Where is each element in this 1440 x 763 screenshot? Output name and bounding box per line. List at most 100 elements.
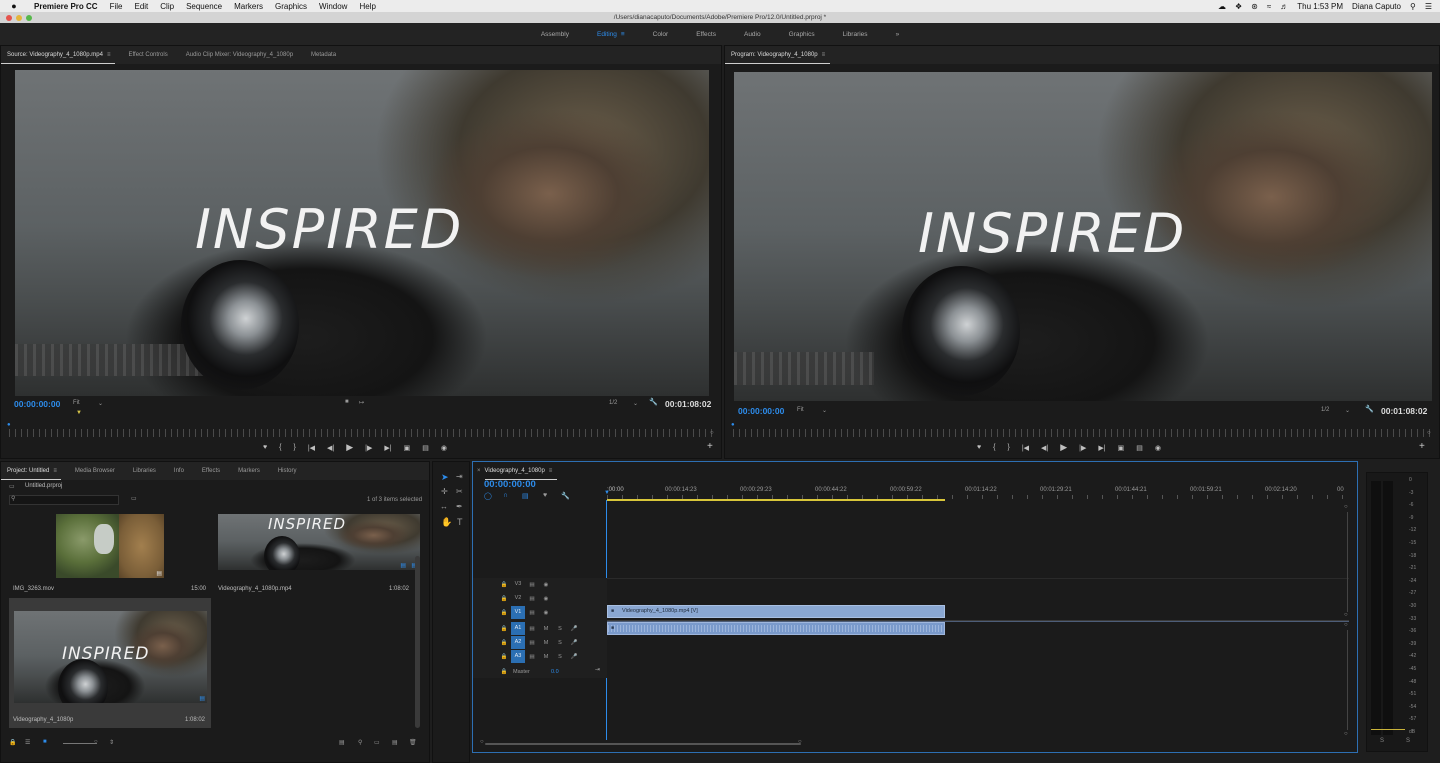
menu-sequence[interactable]: Sequence bbox=[180, 2, 228, 11]
menu-graphics[interactable]: Graphics bbox=[269, 2, 313, 11]
step-back-icon[interactable]: ◀| bbox=[327, 444, 334, 452]
extract-icon[interactable]: ▤ bbox=[1136, 444, 1143, 452]
linked-selection-icon[interactable]: ▤ bbox=[522, 492, 529, 500]
audio-scrollbar[interactable] bbox=[1347, 630, 1348, 730]
menu-app[interactable]: Premiere Pro CC bbox=[28, 2, 104, 11]
project-search-input[interactable] bbox=[9, 495, 119, 505]
sync-lock-icon[interactable]: ▤ bbox=[525, 582, 539, 588]
tab-effect-controls[interactable]: Effect Controls bbox=[122, 46, 179, 64]
timeline-zoom-scrollbar[interactable] bbox=[485, 743, 801, 745]
chevron-down-icon[interactable]: ⌄ bbox=[633, 400, 638, 407]
wrench-icon[interactable]: 🔧 bbox=[1365, 405, 1374, 413]
razor-tool-icon[interactable]: ✂ bbox=[456, 487, 463, 496]
icon-view-icon[interactable]: ■ bbox=[43, 739, 47, 745]
menu-file[interactable]: File bbox=[104, 2, 129, 11]
settings-icon[interactable]: ■ bbox=[345, 399, 349, 405]
add-marker-icon[interactable]: ♥ bbox=[543, 492, 547, 499]
eye-icon[interactable]: ◉ bbox=[539, 596, 553, 602]
new-bin-icon[interactable]: ▭ bbox=[374, 739, 380, 746]
vertical-scroll-handle-icon[interactable]: ○ bbox=[1344, 504, 1348, 510]
button-editor-icon[interactable]: + bbox=[1419, 441, 1425, 452]
insert-icon[interactable]: ▣ bbox=[404, 444, 411, 452]
add-marker-icon[interactable]: ♥ bbox=[263, 444, 267, 451]
go-to-out-icon[interactable]: ▶| bbox=[384, 444, 391, 452]
eye-icon[interactable]: ◉ bbox=[539, 610, 553, 616]
thumbnail-videography-mp4[interactable]: INSPIRED ▤ ▤ bbox=[218, 514, 420, 570]
play-icon[interactable]: ▶ bbox=[346, 442, 353, 453]
vertical-scroll-handle-icon[interactable]: ○ bbox=[1344, 612, 1348, 618]
export-frame-icon[interactable]: ◉ bbox=[1155, 444, 1161, 452]
clock[interactable]: Thu 1:53 PM bbox=[1297, 2, 1343, 11]
program-time-ruler[interactable] bbox=[733, 429, 1431, 437]
track-target-v2[interactable]: V2 bbox=[511, 592, 525, 605]
creative-cloud-icon[interactable]: ☁ bbox=[1218, 2, 1226, 11]
vertical-scroll-handle-icon[interactable]: ○ bbox=[1344, 731, 1348, 737]
vertical-scroll-handle-icon[interactable]: ○ bbox=[1344, 622, 1348, 628]
thumbnail-img-3263[interactable]: ▤ bbox=[56, 514, 164, 578]
lock-icon[interactable]: 🔒 bbox=[497, 596, 511, 602]
find-icon[interactable]: ⚲ bbox=[358, 739, 362, 746]
lock-icon[interactable]: 🔒 bbox=[497, 610, 511, 616]
mark-in-icon[interactable]: { bbox=[993, 444, 995, 451]
step-back-icon[interactable]: ◀| bbox=[1041, 444, 1048, 452]
track-target-a3[interactable]: A3 bbox=[511, 650, 525, 663]
program-resolution-select[interactable]: 1/2 bbox=[1321, 407, 1329, 413]
wrench-icon[interactable]: 🔧 bbox=[649, 398, 658, 406]
video-scrollbar[interactable] bbox=[1347, 512, 1348, 612]
lift-icon[interactable]: ▣ bbox=[1118, 444, 1125, 452]
menu-help[interactable]: Help bbox=[353, 2, 381, 11]
source-time-ruler[interactable] bbox=[9, 429, 713, 437]
timeline-ruler[interactable]: :00:00 00:00:14:23 00:00:29:23 00:00:44:… bbox=[607, 484, 1349, 500]
microphone-icon[interactable]: 🎤 bbox=[567, 626, 581, 632]
minimize-window-button[interactable] bbox=[16, 15, 22, 21]
insert-as-nest-icon[interactable]: ◯ bbox=[484, 492, 492, 500]
play-icon[interactable]: ▶ bbox=[1060, 442, 1067, 453]
mark-in-icon[interactable]: { bbox=[279, 444, 281, 451]
track-target-v1[interactable]: V1 bbox=[511, 606, 525, 619]
tab-markers[interactable]: Markers bbox=[232, 462, 272, 480]
new-item-icon[interactable]: ▤ bbox=[392, 739, 398, 746]
spotlight-icon[interactable]: ⚲ bbox=[1410, 2, 1416, 11]
go-to-in-icon[interactable]: |◀ bbox=[1022, 444, 1029, 452]
mute-button[interactable]: M bbox=[539, 654, 553, 660]
timeline-playhead-icon[interactable]: ▼ bbox=[604, 490, 610, 496]
tab-info[interactable]: Info bbox=[168, 462, 196, 480]
chevron-down-icon[interactable]: ⌄ bbox=[822, 407, 827, 414]
menu-edit[interactable]: Edit bbox=[128, 2, 154, 11]
list-view-icon[interactable]: ☰ bbox=[25, 739, 30, 746]
workspace-assembly[interactable]: Assembly bbox=[527, 31, 583, 38]
tab-sequence[interactable]: Videography_4_1080p bbox=[484, 462, 557, 480]
tab-metadata[interactable]: Metadata bbox=[305, 46, 348, 64]
mute-button[interactable]: M bbox=[539, 640, 553, 646]
step-forward-icon[interactable]: |▶ bbox=[365, 444, 372, 452]
tab-source[interactable]: Source: Videography_4_1080p.mp4 bbox=[1, 46, 115, 64]
export-frame-icon[interactable]: ◉ bbox=[441, 444, 447, 452]
source-playhead-icon[interactable]: ● bbox=[7, 422, 11, 428]
eye-icon[interactable]: ◉ bbox=[539, 582, 553, 588]
chevron-down-icon[interactable]: ⌄ bbox=[1345, 407, 1350, 414]
source-resolution-select[interactable]: 1/2 bbox=[609, 400, 617, 406]
panel-menu-icon[interactable]: ≡ bbox=[822, 46, 838, 64]
source-zoom-handle-icon[interactable]: ○ bbox=[710, 430, 714, 436]
track-target-v3[interactable]: V3 bbox=[511, 578, 525, 591]
sort-icon[interactable]: ⇕ bbox=[109, 739, 114, 746]
program-playhead-icon[interactable]: ● bbox=[731, 422, 735, 428]
go-to-in-icon[interactable]: |◀ bbox=[308, 444, 315, 452]
pen-tool-icon[interactable]: ✒ bbox=[456, 502, 463, 511]
microphone-icon[interactable]: 🎤 bbox=[567, 640, 581, 646]
source-timecode[interactable]: 00:00:00:00 bbox=[14, 399, 60, 409]
zoom-handle-left-icon[interactable]: ○ bbox=[480, 739, 484, 745]
sync-lock-icon[interactable]: ▤ bbox=[525, 640, 539, 646]
mark-out-icon[interactable]: } bbox=[294, 444, 296, 451]
hand-tool-icon[interactable]: ✋ bbox=[441, 517, 452, 528]
sync-lock-icon[interactable]: ▤ bbox=[525, 654, 539, 660]
project-scrollbar[interactable] bbox=[415, 556, 420, 728]
program-video-frame[interactable]: INSPIRED bbox=[734, 72, 1432, 401]
menu-clip[interactable]: Clip bbox=[154, 2, 180, 11]
workspace-menu-icon[interactable]: ≡ bbox=[621, 31, 639, 38]
wrench-icon[interactable]: 🔧 bbox=[561, 492, 570, 500]
mark-out-icon[interactable]: } bbox=[1008, 444, 1010, 451]
workspaces-overflow-icon[interactable]: » bbox=[882, 31, 914, 38]
audio-clip[interactable]: ■ bbox=[607, 622, 945, 635]
zoom-handle-right-icon[interactable]: ○ bbox=[798, 739, 802, 745]
